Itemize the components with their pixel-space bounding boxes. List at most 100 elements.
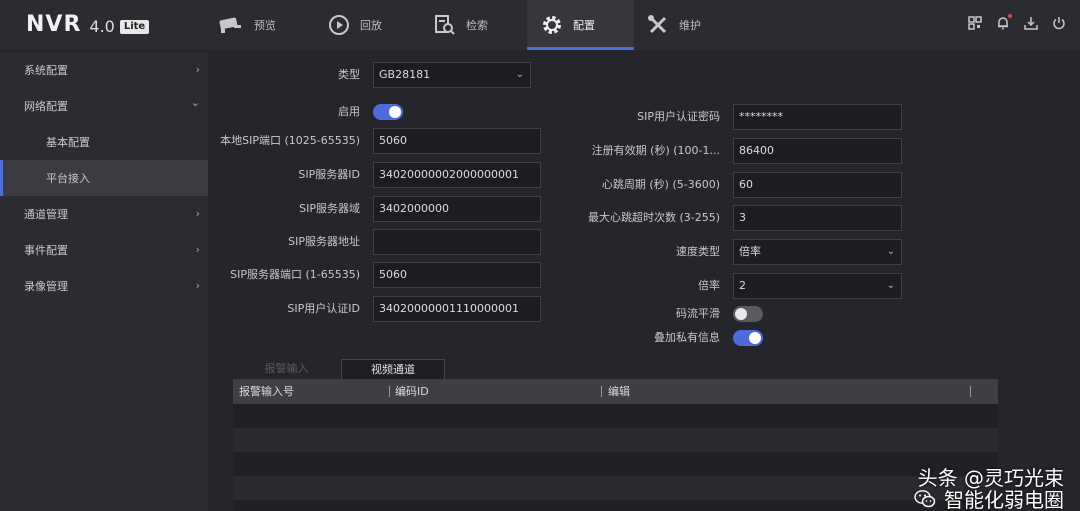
column-divider — [389, 386, 390, 397]
download-icon[interactable] — [1024, 16, 1038, 30]
rate-value: 2 — [739, 279, 746, 292]
tab-alarm-input[interactable]: 报警输入 — [233, 359, 340, 379]
watermark-line2-text: 智能化弱电圈 — [944, 488, 1064, 511]
playback-icon — [328, 14, 350, 36]
nav-maintenance[interactable]: 维护 — [647, 0, 747, 50]
nav-maintenance-label: 维护 — [679, 19, 701, 32]
local-sip-port-input[interactable]: 5060 — [373, 128, 541, 154]
top-right-icons — [968, 14, 1066, 30]
sip-auth-id-label: SIP用户认证ID — [287, 302, 360, 315]
active-indicator — [0, 160, 3, 196]
camera-icon — [218, 16, 244, 34]
heartbeat-period-label: 心跳周期 (秒) (5-3600) — [601, 178, 720, 191]
wechat-icon — [914, 489, 936, 507]
sip-server-address-label: SIP服务器地址 — [288, 235, 360, 248]
rate-label: 倍率 — [698, 279, 720, 292]
chevron-right-icon: › — [195, 207, 200, 220]
sip-password-label: SIP用户认证密码 — [637, 110, 720, 123]
nav-config[interactable]: 配置 — [527, 0, 634, 50]
chevron-right-icon: › — [195, 279, 200, 292]
watermark-line2: 智能化弱电圈 — [914, 484, 1064, 511]
sidebar-item-label: 通道管理 — [24, 208, 68, 221]
sidebar-item-event-config[interactable]: 事件配置 › — [0, 232, 208, 268]
search-doc-icon — [434, 14, 456, 36]
tools-icon — [647, 14, 669, 36]
nav-preview-label: 预览 — [254, 19, 276, 32]
nav-search[interactable]: 检索 — [434, 0, 534, 50]
sidebar-item-channel-management[interactable]: 通道管理 › — [0, 196, 208, 232]
speed-type-label: 速度类型 — [676, 245, 720, 258]
register-expire-input[interactable]: 86400 — [733, 138, 902, 164]
nav-preview[interactable]: 预览 — [218, 0, 318, 50]
enable-toggle[interactable] — [373, 104, 403, 120]
sip-server-port-input[interactable]: 5060 — [373, 262, 541, 288]
sip-password-input[interactable]: ******** — [733, 104, 902, 130]
sidebar-item-label: 网络配置 — [24, 100, 68, 113]
chevron-down-icon: ⌄ — [190, 96, 200, 109]
top-bar: NVR 4.0 Lite 预览 回放 检索 配置 维护 — [0, 0, 1080, 50]
sip-auth-id-input[interactable]: 34020000001110000001 — [373, 296, 541, 322]
max-heartbeat-timeout-input[interactable]: 3 — [733, 205, 902, 231]
gear-icon — [541, 14, 563, 36]
sidebar-item-label: 录像管理 — [24, 280, 68, 293]
table-row — [233, 428, 998, 452]
toggle-knob — [749, 332, 761, 344]
sip-server-id-input[interactable]: 34020000002000000001 — [373, 162, 541, 188]
toggle-knob — [735, 308, 747, 320]
logo-version: 4.0 — [89, 16, 115, 36]
chevron-right-icon: › — [195, 243, 200, 256]
logo: NVR 4.0 Lite — [26, 12, 150, 37]
stream-smoothing-toggle[interactable] — [733, 306, 763, 322]
column-header-encode-id: 编码ID — [395, 385, 429, 398]
column-header-alarm-input-no: 报警输入号 — [239, 385, 294, 398]
chevron-down-icon: ⌄ — [886, 246, 895, 257]
stream-smoothing-label: 码流平滑 — [676, 307, 720, 320]
sip-server-domain-input[interactable]: 3402000000 — [373, 196, 541, 222]
speed-type-value: 倍率 — [739, 245, 761, 258]
heartbeat-period-input[interactable]: 60 — [733, 172, 902, 198]
type-select[interactable]: GB28181 ⌄ — [373, 62, 531, 88]
sidebar-item-platform-access[interactable]: 平台接入 — [0, 160, 208, 196]
logo-edition: Lite — [119, 19, 150, 34]
sidebar: 系统配置 › 网络配置 ⌄ 基本配置 平台接入 通道管理 › 事件配置 › 录像… — [0, 52, 208, 511]
nav-config-label: 配置 — [573, 19, 595, 32]
sidebar-item-label: 平台接入 — [46, 172, 90, 185]
column-header-edit: 编辑 — [608, 385, 630, 398]
qr-code-icon[interactable] — [968, 16, 982, 30]
bell-icon[interactable] — [996, 14, 1012, 30]
rate-select[interactable]: 2 ⌄ — [733, 273, 902, 299]
chevron-down-icon: ⌄ — [886, 280, 895, 291]
toggle-knob — [389, 106, 401, 118]
sidebar-item-network-config[interactable]: 网络配置 ⌄ — [0, 88, 208, 124]
sidebar-item-label: 事件配置 — [24, 244, 68, 257]
sidebar-item-label: 系统配置 — [24, 64, 68, 77]
max-heartbeat-timeout-label: 最大心跳超时次数 (3-255) — [587, 211, 720, 224]
nav-playback-label: 回放 — [360, 19, 382, 32]
table-body — [233, 404, 998, 511]
enable-label: 启用 — [338, 105, 360, 118]
nav-active-underline — [527, 47, 634, 50]
notification-dot — [1008, 14, 1012, 18]
column-divider — [601, 386, 602, 397]
table-row — [233, 476, 998, 500]
private-info-toggle[interactable] — [733, 330, 763, 346]
sidebar-item-basic-config[interactable]: 基本配置 — [0, 124, 208, 160]
table-header: 报警输入号 编码ID 编辑 — [233, 379, 998, 404]
nav-search-label: 检索 — [466, 19, 488, 32]
power-icon[interactable] — [1052, 16, 1066, 30]
sip-server-domain-label: SIP服务器域 — [299, 202, 360, 215]
column-divider — [970, 386, 971, 397]
sidebar-item-recording-management[interactable]: 录像管理 › — [0, 268, 208, 304]
speed-type-select[interactable]: 倍率 ⌄ — [733, 239, 902, 265]
tab-video-channel[interactable]: 视频通道 — [341, 359, 445, 379]
nav-playback[interactable]: 回放 — [328, 0, 428, 50]
sip-server-address-input[interactable] — [373, 229, 541, 255]
local-sip-port-label: 本地SIP端口 (1025-65535) — [220, 134, 360, 147]
register-expire-label: 注册有效期 (秒) (100-1... — [591, 144, 720, 157]
private-info-label: 叠加私有信息 — [654, 331, 720, 344]
type-select-value: GB28181 — [379, 68, 431, 81]
chevron-right-icon: › — [195, 63, 200, 76]
sip-server-port-label: SIP服务器端口 (1-65535) — [230, 268, 360, 281]
sidebar-item-system-config[interactable]: 系统配置 › — [0, 52, 208, 88]
sidebar-item-label: 基本配置 — [46, 136, 90, 149]
